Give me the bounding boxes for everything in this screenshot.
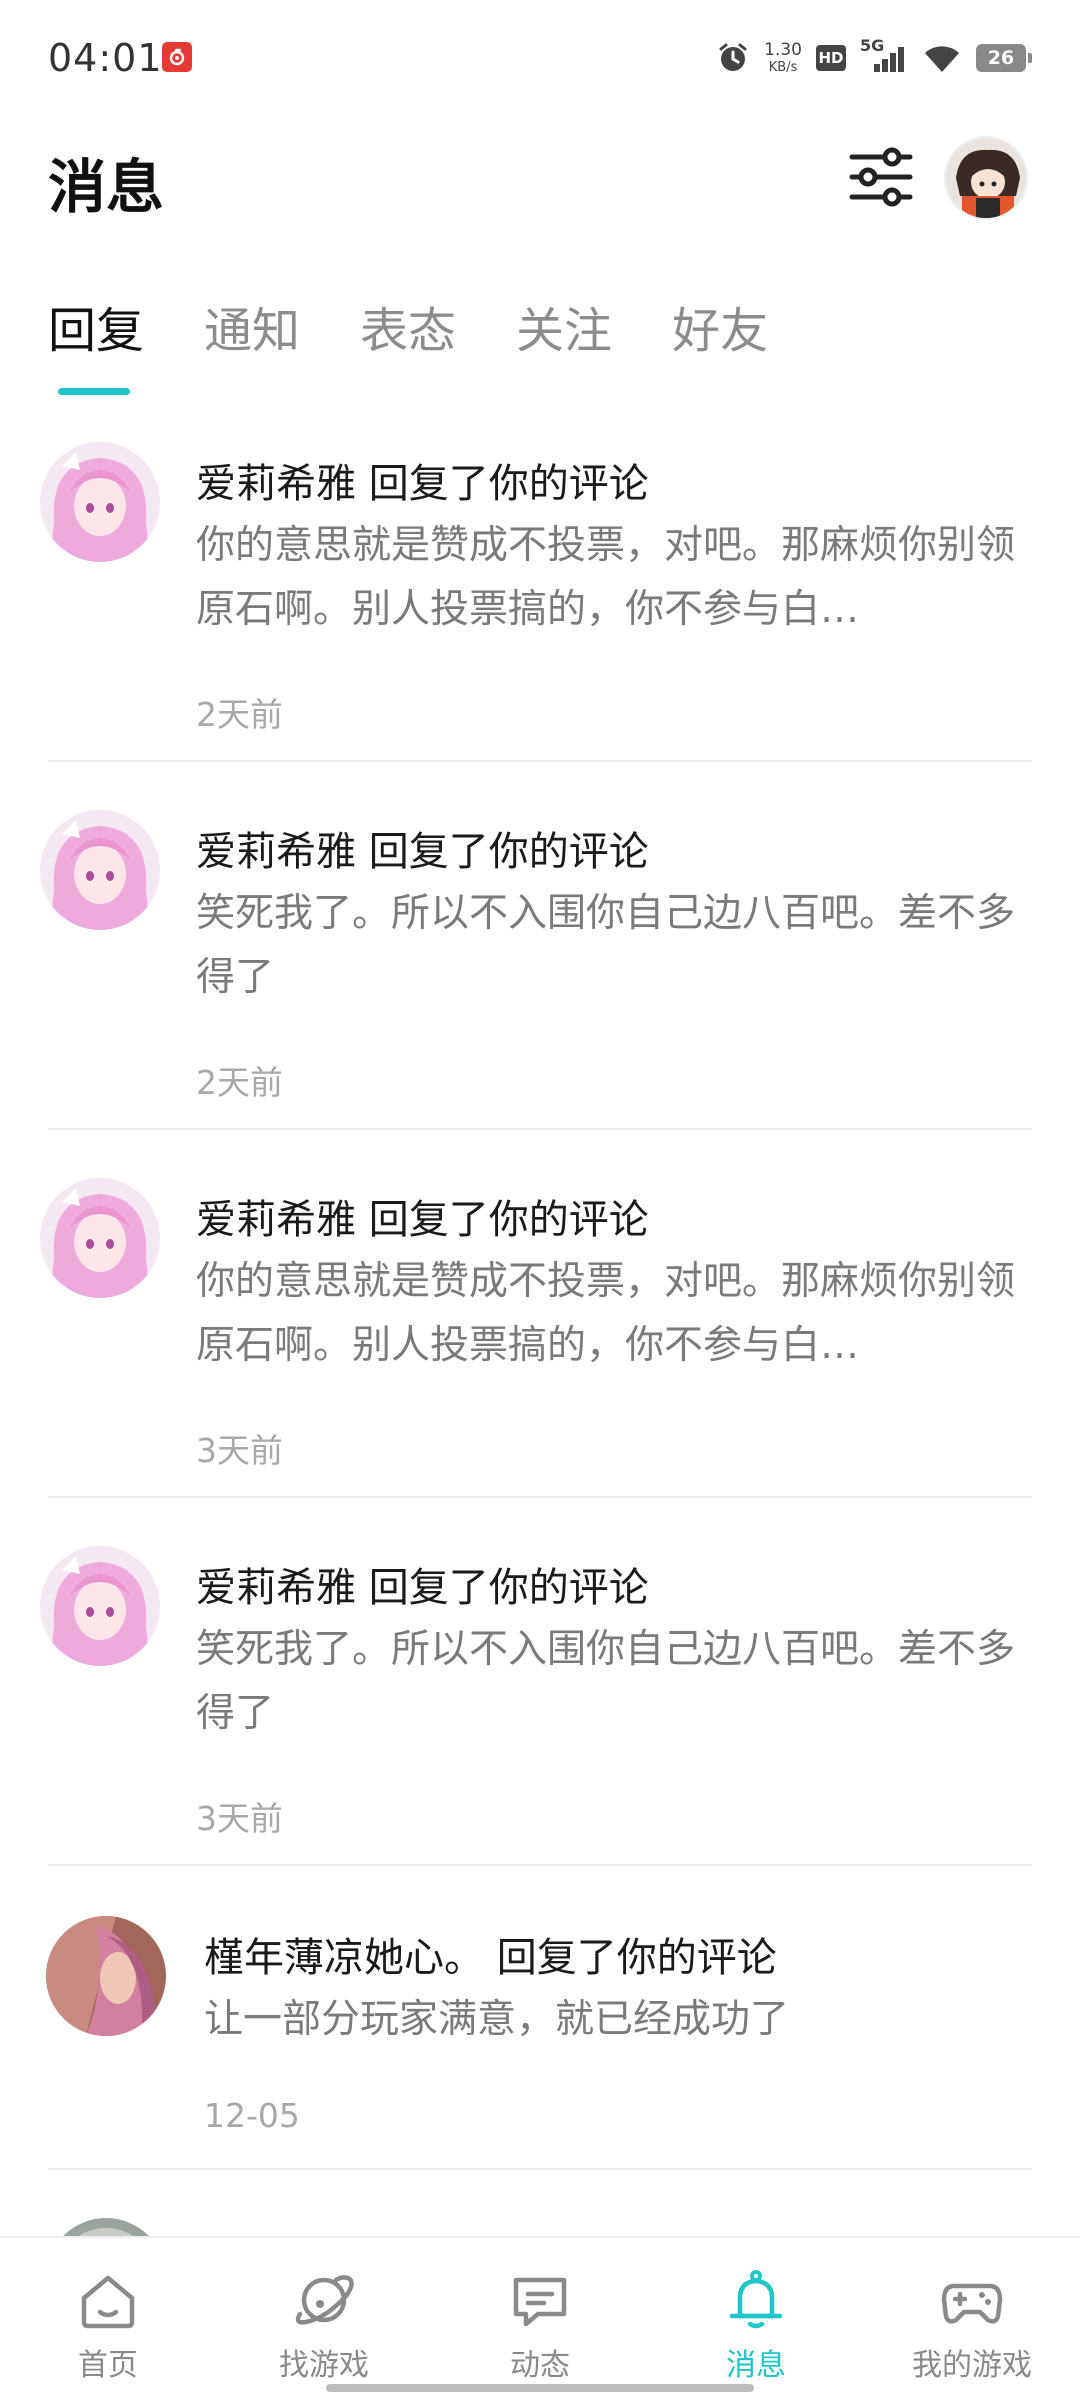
tab-reactions[interactable]: 表态	[360, 296, 456, 366]
reply-time: 3天前	[196, 1799, 283, 1838]
alarm-icon	[719, 43, 747, 71]
reply-text: 你的意思就是赞成不投票，对吧。那麻烦你别领原石啊。别人投票搞的，你不参与白…	[196, 1259, 1016, 1368]
reply-text: 笑死我了。所以不入围你自己边八百吧。差不多得了	[196, 1627, 1016, 1736]
gamepad-icon	[941, 2283, 1003, 2324]
netease-music-icon	[162, 42, 192, 72]
nav-feed[interactable]: 动态	[432, 2238, 648, 2400]
hd-icon: HD	[816, 45, 846, 71]
chat-icon	[513, 2277, 567, 2327]
list-item[interactable]: 爱莉希雅 回复了你的评论 你的意思就是赞成不投票，对吧。那麻烦你别领原石啊。别人…	[0, 442, 1080, 772]
reply-time: 3天前	[196, 1431, 283, 1470]
tab-follows[interactable]: 关注	[516, 296, 612, 366]
status-time: 04:01	[48, 36, 163, 80]
nav-label: 找游戏	[279, 2348, 369, 2383]
planet-icon	[295, 2275, 354, 2325]
status-icons: 1.30 KB/s HD 5G 26	[716, 36, 1032, 78]
divider	[48, 1128, 1032, 1130]
nav-label: 消息	[726, 2348, 786, 2383]
message-tabs: 回复 通知 表态 关注 好友	[48, 296, 828, 396]
avatar[interactable]	[46, 1916, 166, 2036]
bottom-nav: 首页 找游戏 动态 消息 我的游戏	[0, 2236, 1080, 2400]
tab-notifications[interactable]: 通知	[204, 296, 300, 366]
reply-title: 爱莉希雅 回复了你的评论	[196, 1197, 649, 1243]
divider	[48, 760, 1032, 762]
avatar[interactable]	[40, 442, 160, 562]
nav-my-games[interactable]: 我的游戏	[864, 2238, 1080, 2400]
divider	[48, 1864, 1032, 1866]
reply-title: 爱莉希雅 回复了你的评论	[196, 1565, 649, 1611]
wifi-icon	[925, 46, 959, 72]
bell-icon	[729, 2270, 783, 2329]
nav-label: 首页	[78, 2348, 138, 2383]
reply-text: 让一部分玩家满意，就已经成功了	[204, 1997, 790, 2042]
reply-time: 2天前	[196, 1063, 283, 1102]
nav-find-games[interactable]: 找游戏	[216, 2238, 432, 2400]
avatar[interactable]	[40, 810, 160, 930]
divider	[48, 2168, 1032, 2170]
tab-replies[interactable]: 回复	[48, 296, 144, 366]
home-indicator[interactable]	[326, 2384, 754, 2392]
list-item[interactable]: 爱莉希雅 回复了你的评论 你的意思就是赞成不投票，对吧。那麻烦你别领原石啊。别人…	[0, 1178, 1080, 1508]
reply-title: 爱莉希雅 回复了你的评论	[196, 461, 649, 507]
profile-avatar[interactable]	[944, 136, 1028, 220]
battery-icon: 26	[976, 44, 1032, 72]
signal-5g-icon: 5G	[860, 36, 908, 76]
nav-label: 动态	[510, 2348, 570, 2383]
home-icon	[81, 2275, 135, 2329]
reply-time: 12-05	[204, 2096, 300, 2135]
nav-label: 我的游戏	[912, 2348, 1032, 2383]
avatar[interactable]	[40, 1546, 160, 1666]
network-speed: 1.30 KB/s	[764, 40, 802, 75]
avatar[interactable]	[40, 1178, 160, 1298]
divider	[48, 1496, 1032, 1498]
list-item[interactable]: 槿年薄凉她心。 回复了你的评论 让一部分玩家满意，就已经成功了 12-05	[0, 1916, 1080, 2186]
nav-home[interactable]: 首页	[0, 2238, 216, 2400]
active-tab-indicator	[58, 388, 130, 395]
list-item[interactable]: 爱莉希雅 回复了你的评论 笑死我了。所以不入围你自己边八百吧。差不多得了 2天前	[0, 810, 1080, 1140]
status-bar: 04:01 1.30 KB/s HD 5G 26	[0, 0, 1080, 120]
nav-messages[interactable]: 消息	[648, 2238, 864, 2400]
list-item[interactable]: 爱莉希雅 回复了你的评论 笑死我了。所以不入围你自己边八百吧。差不多得了 3天前	[0, 1546, 1080, 1876]
reply-time: 2天前	[196, 695, 283, 734]
reply-title: 槿年薄凉她心。 回复了你的评论	[204, 1935, 777, 1981]
page-title: 消息	[48, 153, 165, 221]
reply-text: 笑死我了。所以不入围你自己边八百吧。差不多得了	[196, 891, 1016, 1000]
tab-friends[interactable]: 好友	[672, 296, 768, 366]
reply-title: 爱莉希雅 回复了你的评论	[196, 829, 649, 875]
reply-text: 你的意思就是赞成不投票，对吧。那麻烦你别领原石啊。别人投票搞的，你不参与白…	[196, 523, 1016, 632]
sliders-icon	[849, 147, 913, 207]
filter-button[interactable]	[848, 145, 914, 209]
